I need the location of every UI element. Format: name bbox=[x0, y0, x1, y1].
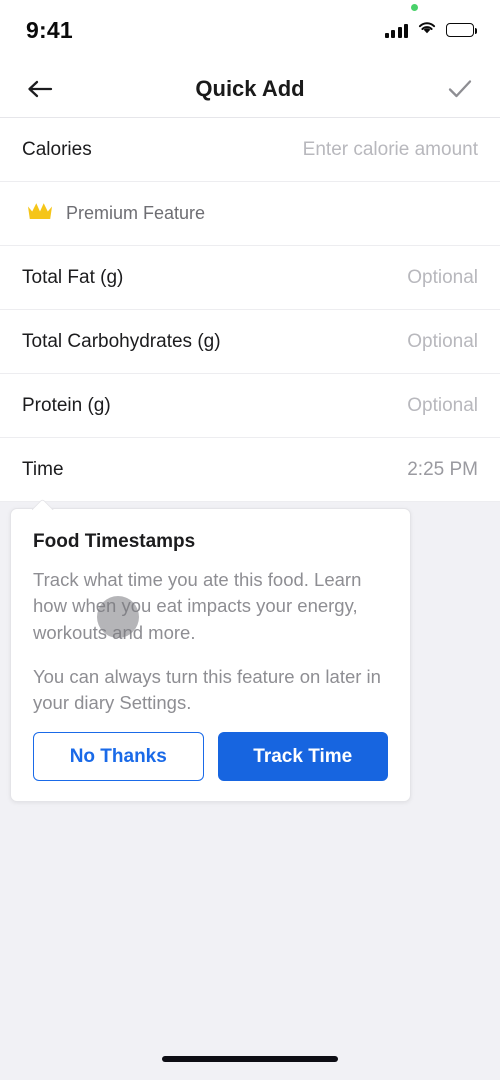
food-timestamps-tooltip: Food Timestamps Track what time you ate … bbox=[10, 508, 411, 803]
protein-input[interactable]: Optional bbox=[407, 395, 478, 417]
app-screen: 9:41 Quick Add Calories Enter calorie am… bbox=[0, 0, 500, 1080]
form-row-calories[interactable]: Calories Enter calorie amount bbox=[0, 118, 500, 182]
time-value[interactable]: 2:25 PM bbox=[407, 459, 478, 481]
status-bar-time: 9:41 bbox=[26, 16, 73, 43]
page-title: Quick Add bbox=[195, 75, 305, 101]
track-time-button[interactable]: Track Time bbox=[217, 732, 388, 782]
form-row-total-carbohydrates[interactable]: Total Carbohydrates (g) Optional bbox=[0, 310, 500, 374]
form-row-total-fat[interactable]: Total Fat (g) Optional bbox=[0, 246, 500, 310]
battery-icon bbox=[446, 23, 477, 37]
status-bar-icons bbox=[384, 4, 477, 40]
recording-indicator-dot-icon bbox=[411, 4, 418, 11]
status-bar: 9:41 bbox=[0, 0, 500, 60]
total-fat-input[interactable]: Optional bbox=[407, 267, 478, 289]
cellular-signal-icon bbox=[384, 23, 408, 38]
total-carbohydrates-input[interactable]: Optional bbox=[407, 331, 478, 353]
calories-input[interactable]: Enter calorie amount bbox=[303, 139, 478, 161]
wifi-icon bbox=[417, 20, 437, 40]
tooltip-paragraph-1: Track what time you ate this food. Learn… bbox=[33, 569, 362, 643]
navigation-bar: Quick Add bbox=[0, 60, 500, 118]
row-label: Total Fat (g) bbox=[22, 266, 124, 288]
quick-add-form: Calories Enter calorie amount Premium Fe… bbox=[0, 118, 500, 502]
tooltip-pointer-arrow bbox=[32, 498, 54, 510]
premium-feature-banner: Premium Feature bbox=[0, 182, 500, 246]
row-label: Protein (g) bbox=[22, 394, 111, 416]
tooltip-paragraph-2: You can always turn this feature on late… bbox=[33, 665, 381, 714]
row-label: Time bbox=[22, 458, 64, 480]
row-label: Calories bbox=[22, 138, 92, 160]
row-label: Total Carbohydrates (g) bbox=[22, 330, 221, 352]
form-row-protein[interactable]: Protein (g) Optional bbox=[0, 374, 500, 438]
checkmark-icon[interactable] bbox=[440, 69, 480, 109]
premium-feature-label: Premium Feature bbox=[66, 203, 206, 223]
form-row-time[interactable]: Time 2:25 PM bbox=[0, 438, 500, 502]
tooltip-title: Food Timestamps bbox=[33, 531, 196, 552]
tooltip-actions: No Thanks Track Time bbox=[33, 732, 388, 782]
home-indicator[interactable] bbox=[162, 1056, 338, 1062]
back-arrow-icon[interactable] bbox=[20, 69, 60, 109]
no-thanks-button[interactable]: No Thanks bbox=[33, 732, 204, 782]
crown-icon bbox=[26, 200, 54, 227]
